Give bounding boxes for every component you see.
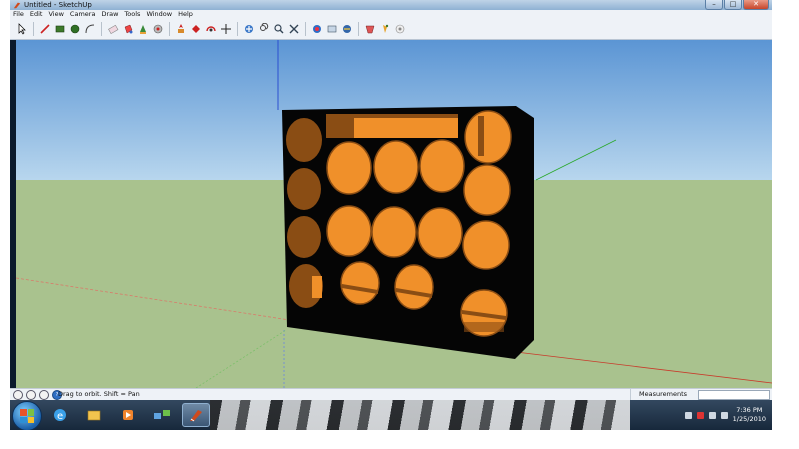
toolbar-separator xyxy=(169,22,170,36)
menu-draw[interactable]: Draw xyxy=(101,10,118,19)
select-icon[interactable] xyxy=(16,23,28,35)
window-title: Untitled - SketchUp xyxy=(24,1,92,9)
hole[interactable] xyxy=(417,207,463,259)
zoom-extents-icon[interactable] xyxy=(258,23,270,35)
sketchup-icon[interactable] xyxy=(182,403,210,427)
menu-file[interactable]: File xyxy=(13,10,24,19)
toolbar-separator xyxy=(33,22,34,36)
hole[interactable] xyxy=(373,140,419,194)
circle-icon[interactable] xyxy=(69,23,81,35)
offset-icon[interactable] xyxy=(190,23,202,35)
credits-icon[interactable] xyxy=(26,390,36,400)
menu-bar: File Edit View Camera Draw Tools Window … xyxy=(10,10,772,19)
measurements-field[interactable] xyxy=(698,390,770,400)
windows-logo-icon xyxy=(20,409,34,423)
hole[interactable] xyxy=(326,205,372,257)
zoom-icon[interactable] xyxy=(243,23,255,35)
clock[interactable]: 7:36 PM 1/25/2010 xyxy=(733,406,766,424)
toolbar-separator xyxy=(358,22,359,36)
hole[interactable] xyxy=(326,141,372,195)
toolbar-separator xyxy=(101,22,102,36)
menu-view[interactable]: View xyxy=(48,10,63,19)
hole[interactable] xyxy=(394,264,434,310)
status-hint: Drag to orbit. Shift = Pan xyxy=(58,390,140,398)
network-status-icon[interactable] xyxy=(708,411,716,419)
section-plane-icon[interactable] xyxy=(364,23,376,35)
hole[interactable] xyxy=(463,164,511,216)
taskbar-wallpaper xyxy=(210,400,630,430)
system-tray: 7:36 PM 1/25/2010 xyxy=(684,400,766,430)
arc-icon[interactable] xyxy=(84,23,96,35)
hole[interactable] xyxy=(462,220,510,270)
push-pull-icon[interactable] xyxy=(137,23,149,35)
menu-help[interactable]: Help xyxy=(178,10,193,19)
menu-camera[interactable]: Camera xyxy=(70,10,96,19)
close-button[interactable]: ✕ xyxy=(743,0,769,10)
geo-location-icon[interactable] xyxy=(13,390,23,400)
3d-text-icon[interactable] xyxy=(341,23,353,35)
start-button[interactable] xyxy=(12,401,42,430)
hole-divider xyxy=(478,116,484,156)
minimize-button[interactable]: – xyxy=(705,0,723,10)
menu-window[interactable]: Window xyxy=(146,10,172,19)
toolbar-separator xyxy=(305,22,306,36)
screen: Untitled - SketchUp – □ ✕ File Edit View… xyxy=(10,0,772,430)
rectangle-icon[interactable] xyxy=(54,23,66,35)
sketchup-app-icon xyxy=(13,2,21,9)
network-icon[interactable] xyxy=(148,403,176,427)
look-around-icon[interactable] xyxy=(394,23,406,35)
hole[interactable] xyxy=(287,168,321,210)
taskbar: e 7:36 PM 1/25/2010 xyxy=(10,400,772,430)
flag-icon[interactable] xyxy=(696,411,704,419)
tape-measure-icon[interactable] xyxy=(273,23,285,35)
hole-shadow xyxy=(464,322,504,332)
status-bar: ? Drag to orbit. Shift = Pan Measurement… xyxy=(10,388,772,400)
rotate-icon[interactable] xyxy=(175,23,187,35)
line-icon[interactable] xyxy=(39,23,51,35)
menu-edit[interactable]: Edit xyxy=(30,10,43,19)
title-bar: Untitled - SketchUp – □ ✕ xyxy=(10,0,772,10)
move-icon[interactable] xyxy=(152,23,164,35)
internet-explorer-icon[interactable]: e xyxy=(46,403,74,427)
svg-text:e: e xyxy=(57,411,63,422)
pan-icon[interactable] xyxy=(220,23,232,35)
action-center-icon[interactable] xyxy=(684,411,692,419)
clock-time: 7:36 PM xyxy=(736,406,763,414)
maximize-button[interactable]: □ xyxy=(724,0,742,10)
orbit-icon[interactable] xyxy=(205,23,217,35)
hole[interactable] xyxy=(419,139,465,193)
text-icon[interactable] xyxy=(311,23,323,35)
hole[interactable] xyxy=(286,118,322,162)
hole[interactable] xyxy=(464,110,512,164)
3d-viewport[interactable] xyxy=(16,40,772,388)
top-slot-edge xyxy=(326,114,458,118)
file-explorer-icon[interactable] xyxy=(80,403,108,427)
hole[interactable] xyxy=(340,261,380,305)
menu-tools[interactable]: Tools xyxy=(124,10,140,19)
model-scene[interactable] xyxy=(16,40,772,388)
hole[interactable] xyxy=(371,206,417,258)
axes-icon[interactable] xyxy=(326,23,338,35)
dimension-icon[interactable] xyxy=(288,23,300,35)
toolbar-separator xyxy=(237,22,238,36)
user-icon[interactable] xyxy=(39,390,49,400)
media-player-icon[interactable] xyxy=(114,403,142,427)
toolbar xyxy=(10,19,772,40)
eraser-icon[interactable] xyxy=(107,23,119,35)
hole-lit-part xyxy=(312,276,322,298)
clock-date: 1/25/2010 xyxy=(732,415,766,423)
walk-icon[interactable] xyxy=(379,23,391,35)
volume-icon[interactable] xyxy=(720,411,728,419)
paint-bucket-icon[interactable] xyxy=(122,23,134,35)
hole[interactable] xyxy=(287,216,321,258)
